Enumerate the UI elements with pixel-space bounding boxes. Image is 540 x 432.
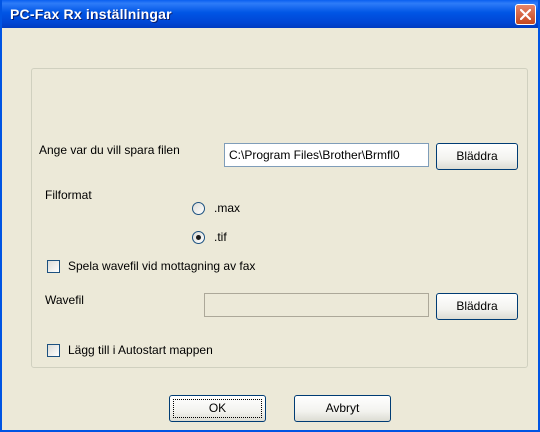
dialog-window: PC-Fax Rx inställningar Ange var du vill… xyxy=(0,0,540,432)
radio-max-label: .max xyxy=(214,201,241,215)
focus-rectangle xyxy=(173,399,262,418)
radio-tif-label: .tif xyxy=(214,230,227,244)
wave-file-label: Wavefil xyxy=(45,293,84,307)
browse-save-path-button[interactable]: Bläddra xyxy=(436,143,518,170)
save-location-label: Ange var du vill spara filen xyxy=(39,143,180,157)
play-wave-label: Spela wavefil vid mottagning av fax xyxy=(68,259,256,273)
browse-wave-file-button[interactable]: Bläddra xyxy=(436,293,518,320)
cancel-button[interactable]: Avbryt xyxy=(294,395,391,422)
play-wave-checkbox[interactable] xyxy=(47,260,60,273)
title-bar[interactable]: PC-Fax Rx inställningar xyxy=(2,0,538,28)
file-format-label: Filformat xyxy=(45,188,92,202)
radio-max[interactable] xyxy=(192,202,205,215)
wave-file-field[interactable] xyxy=(204,293,429,317)
window-title: PC-Fax Rx inställningar xyxy=(10,6,172,22)
save-path-field[interactable]: C:\Program Files\Brother\Brmfl0 xyxy=(224,143,429,167)
settings-group xyxy=(31,68,528,368)
close-button[interactable] xyxy=(515,4,536,25)
ok-button[interactable]: OK xyxy=(169,395,266,422)
close-icon xyxy=(520,9,531,20)
autostart-label: Lägg till i Autostart mappen xyxy=(68,343,213,357)
radio-selected-dot xyxy=(196,235,201,240)
autostart-checkbox[interactable] xyxy=(47,344,60,357)
radio-tif[interactable] xyxy=(192,231,205,244)
